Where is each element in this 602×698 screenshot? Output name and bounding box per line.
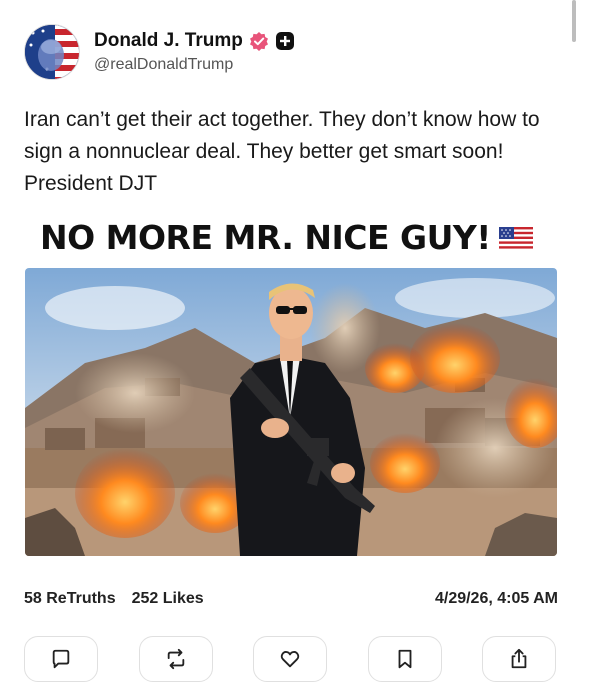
image-caption-text: NO MORE MR. NICE GUY! bbox=[40, 218, 491, 257]
comment-icon bbox=[52, 649, 70, 669]
post-image[interactable] bbox=[25, 268, 557, 556]
like-button[interactable] bbox=[253, 636, 327, 682]
action-bar bbox=[24, 636, 556, 682]
retruths-count[interactable]: 58 ReTruths bbox=[24, 590, 116, 608]
bookmark-button[interactable] bbox=[367, 636, 442, 682]
share-icon bbox=[511, 648, 527, 669]
scrollbar[interactable] bbox=[572, 0, 576, 42]
us-flag-icon bbox=[498, 226, 533, 249]
image-caption: NO MORE MR. NICE GUY! bbox=[40, 218, 533, 257]
post-text: Iran can’t get their act together. They … bbox=[24, 108, 540, 195]
display-name[interactable]: Donald J. Trump bbox=[94, 30, 243, 52]
post-header: Donald J. Trump @realDonaldTrump bbox=[24, 24, 295, 80]
plus-badge-icon bbox=[275, 31, 295, 51]
bookmark-icon bbox=[398, 649, 411, 669]
user-handle[interactable]: @realDonaldTrump bbox=[94, 56, 295, 74]
avatar[interactable] bbox=[24, 24, 80, 80]
heart-icon bbox=[280, 651, 300, 668]
retruth-button[interactable] bbox=[138, 636, 213, 682]
likes-count[interactable]: 252 Likes bbox=[132, 590, 204, 608]
repost-icon bbox=[167, 648, 184, 670]
share-button[interactable] bbox=[482, 636, 556, 682]
verified-badge-icon bbox=[249, 31, 269, 51]
reply-button[interactable] bbox=[24, 636, 98, 682]
post-stats: 58 ReTruths 252 Likes bbox=[24, 590, 220, 608]
post-timestamp: 4/29/26, 4:05 AM bbox=[434, 590, 558, 607]
